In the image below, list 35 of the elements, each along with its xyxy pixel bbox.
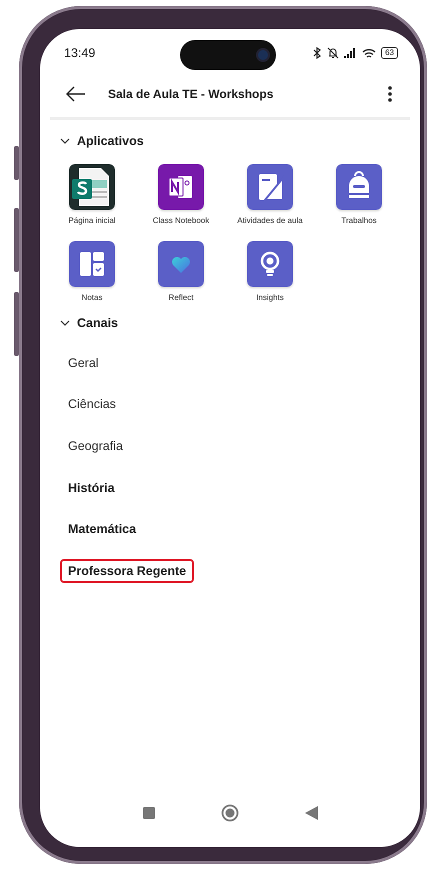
bluetooth-icon [313, 47, 322, 59]
app-label: Class Notebook [152, 216, 210, 225]
channel-item[interactable]: Geral [60, 350, 107, 375]
app-label: Insights [256, 293, 284, 302]
app-label: Página inicial [68, 216, 116, 225]
header-title: Sala de Aula TE - Workshops [108, 87, 274, 101]
muted-bell-icon [327, 47, 340, 59]
channel-item[interactable]: Professora Regente [60, 558, 194, 583]
wifi-icon [362, 48, 376, 58]
app-label: Atividades de aula [237, 216, 303, 225]
app-label: Notas [82, 293, 102, 302]
back-arrow-icon[interactable] [66, 86, 86, 102]
recents-button-icon[interactable] [142, 807, 154, 819]
battery-indicator: 63 [381, 47, 398, 59]
bulb-app-icon[interactable] [247, 241, 293, 287]
backpack-app-icon[interactable] [336, 164, 382, 210]
back-button-icon[interactable] [304, 806, 318, 820]
channel-item[interactable]: Matemática [60, 517, 144, 542]
app-label: Reflect [168, 293, 194, 302]
section-header[interactable]: Canais [77, 316, 118, 330]
channel-item[interactable]: Ciências [60, 392, 124, 416]
reflect-app-icon[interactable] [158, 241, 204, 287]
channel-item[interactable]: História [60, 476, 123, 500]
app-label: Trabalhos [341, 216, 377, 225]
camera-lens-icon [258, 50, 268, 60]
activities-app-icon[interactable] [247, 164, 293, 210]
signal-icon [344, 48, 358, 58]
channel-item[interactable]: Geografia [60, 434, 131, 458]
grades-app-icon[interactable] [69, 241, 115, 287]
page-app-icon[interactable] [69, 164, 115, 210]
home-button-icon[interactable] [220, 804, 238, 822]
section-header[interactable]: Aplicativos [77, 134, 144, 148]
more-options-icon[interactable] [388, 86, 392, 102]
status-time: 13:49 [64, 46, 96, 60]
notebook-app-icon[interactable] [158, 164, 204, 210]
